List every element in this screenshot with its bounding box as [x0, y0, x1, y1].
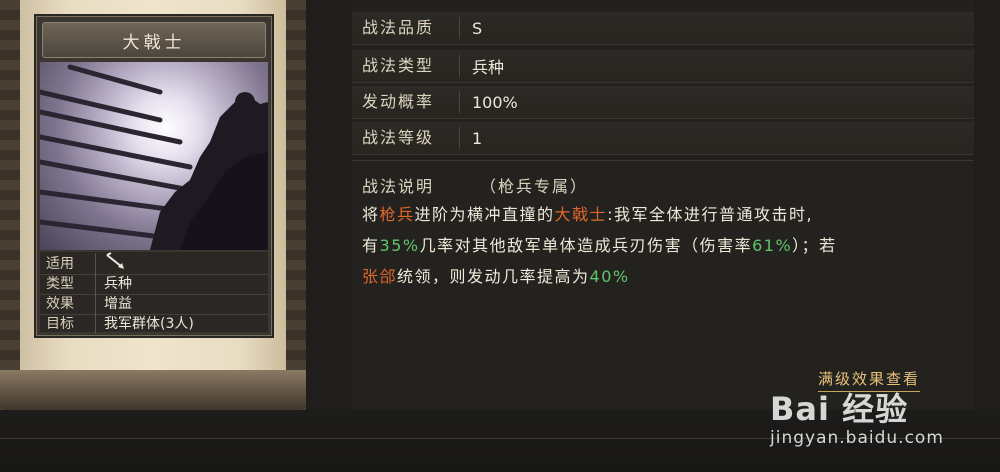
attr-value: 兵种	[104, 276, 132, 292]
damage-rate-highlight: 61%	[752, 236, 793, 255]
general-highlight: 张郃	[362, 267, 398, 286]
unit-highlight: 枪兵	[379, 205, 415, 224]
description-title: 战法说明	[362, 177, 435, 196]
description-line-3: 张郃统领，则发动几率提高为40%	[362, 261, 968, 292]
text: ）；若	[792, 236, 837, 255]
description-line-1: 将枪兵进阶为横冲直撞的大戟士:我军全体进行普通攻击时,	[362, 199, 968, 230]
card-attributes: 适用 类型 兵种 效果 增益 目标 我军群体(3人)	[40, 252, 268, 334]
info-label: 战法类型	[352, 55, 460, 77]
card-artwork	[40, 62, 268, 250]
watermark-logo: Bai 经验	[770, 390, 909, 428]
skill-card: 大戟士 适用 类型 兵种 效果 增益 目标 我军群体(3人)	[34, 14, 274, 338]
info-row-level: 战法等级 1	[352, 122, 974, 155]
info-label: 战法等级	[352, 127, 460, 149]
text: 将	[362, 205, 380, 224]
attr-value: 我军群体(3人)	[104, 316, 194, 332]
baidu-watermark: Bai 经验 jingyan.baidu.com	[770, 384, 990, 472]
info-label: 发动概率	[352, 91, 460, 113]
skill-name-highlight: 大戟士	[554, 205, 608, 224]
spear-charge-illustration	[40, 64, 268, 250]
description-subtitle: （枪兵专属）	[480, 177, 589, 196]
attr-label: 效果	[40, 293, 96, 313]
info-row-quality: 战法品质 S	[352, 12, 974, 45]
text: 进阶为横冲直撞的	[414, 205, 555, 224]
scroll-left-edge	[0, 0, 22, 410]
info-row-type: 战法类型 兵种	[352, 50, 974, 83]
text: :我军全体进行普通攻击时,	[607, 205, 814, 224]
attr-row-target: 目标 我军群体(3人)	[40, 312, 268, 334]
text: 统领，则发动几率提高为	[397, 267, 590, 286]
info-value: 兵种	[472, 58, 505, 77]
attr-label: 适用	[40, 253, 96, 273]
attr-value: 增益	[104, 296, 132, 312]
boosted-chance-highlight: 40%	[589, 267, 630, 286]
info-label: 战法品质	[352, 17, 460, 39]
description-line-2: 有35%几率对其他敌军单体造成兵刃伤害（伤害率61%）；若	[362, 230, 968, 261]
text: 有	[362, 236, 380, 255]
info-value: S	[472, 18, 483, 38]
skill-scroll: 大戟士 适用 类型 兵种 效果 增益 目标 我军群体(3人)	[0, 0, 306, 410]
text: 几率对其他敌军单体造成兵刃伤害（伤害率	[419, 236, 753, 255]
info-row-probability: 发动概率 100%	[352, 86, 974, 119]
chance-highlight: 35%	[379, 236, 420, 255]
card-title-bar: 大戟士	[42, 22, 266, 58]
watermark-url: jingyan.baidu.com	[770, 428, 944, 448]
description-text: 将枪兵进阶为横冲直撞的大戟士:我军全体进行普通攻击时, 有35%几率对其他敌军单…	[362, 199, 968, 292]
info-value: 1	[472, 128, 483, 148]
spear-icon	[96, 252, 126, 274]
scroll-bottom-roll	[0, 370, 306, 410]
card-title: 大戟士	[122, 32, 186, 53]
scroll-right-edge	[286, 0, 306, 410]
attr-label: 类型	[40, 273, 96, 293]
attr-label: 目标	[40, 313, 96, 333]
info-value: 100%	[472, 92, 518, 112]
